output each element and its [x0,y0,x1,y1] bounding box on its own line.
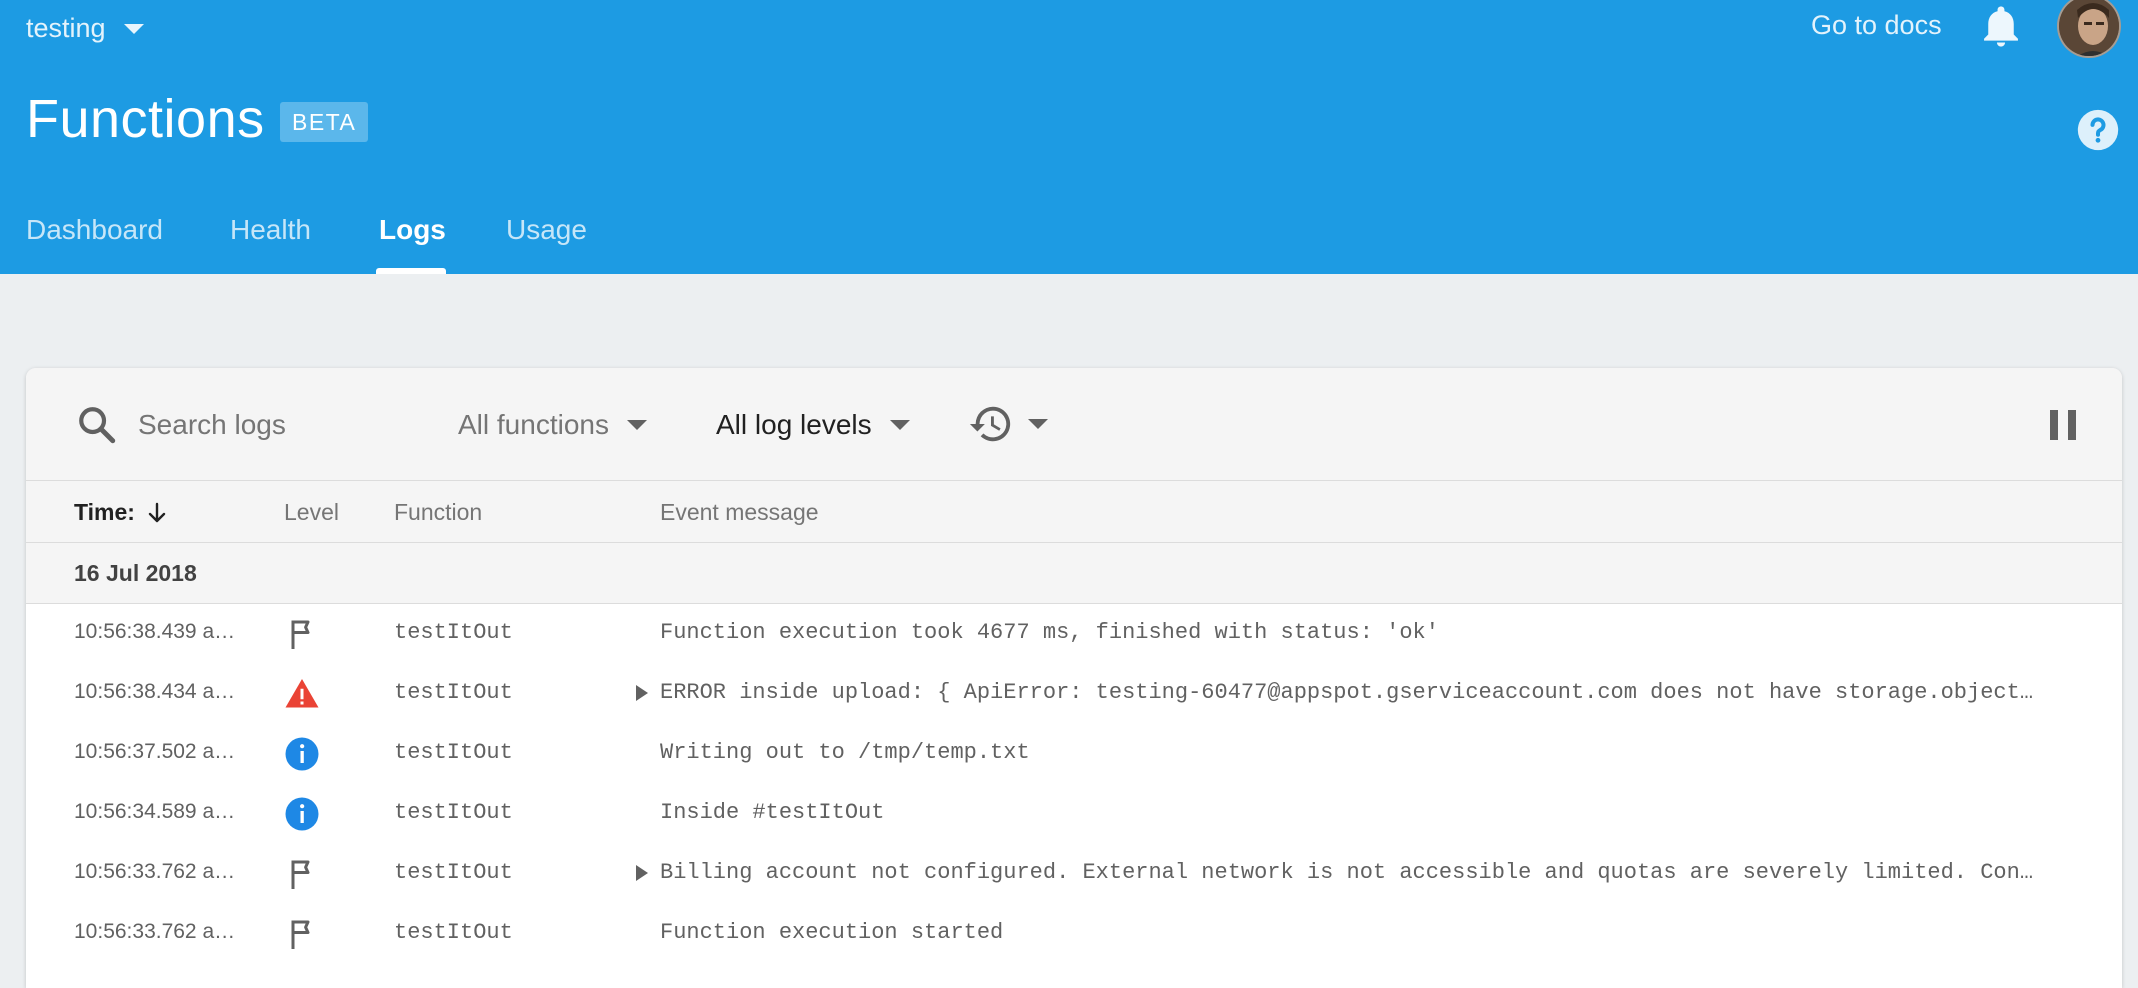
error-warning-icon [285,679,319,708]
log-message: Inside #testItOut [660,800,885,825]
log-message: ERROR inside upload: { ApiError: testing… [660,680,2034,705]
log-function: testItOut [394,620,513,645]
flag-icon [291,860,310,889]
log-message: Writing out to /tmp/temp.txt [660,740,1030,765]
table-row[interactable]: 10:56:38.434 a… testItOut ERROR inside u… [26,664,2122,724]
chevron-down-icon [626,420,647,430]
page-title: Functions [26,89,265,149]
project-switcher[interactable]: testing [26,8,144,48]
table-row[interactable]: 10:56:33.762 a… testItOut Billing accoun… [26,844,2122,904]
help-icon[interactable] [2076,108,2120,152]
table-header: Time: Level Function Event message [26,481,2122,543]
project-name: testing [26,12,106,43]
log-time: 10:56:34.589 a… [74,800,236,823]
time-column-label: Time: [74,499,135,525]
logs-card: All functions All log levels Time: Level… [26,368,2122,988]
log-rows: 10:56:38.439 a… testItOut Function execu… [26,604,2122,964]
table-row[interactable]: 10:56:34.589 a… testItOut Inside #testIt… [26,784,2122,844]
log-function: testItOut [394,680,513,705]
app-header: testing Go to docs Functions BETA Dashbo… [0,0,2138,274]
tab-usage[interactable]: Usage [506,214,587,274]
tab-health[interactable]: Health [230,214,311,274]
search-icon [79,407,116,444]
log-message: Function execution started [660,920,1004,945]
flag-icon [291,620,310,649]
log-time: 10:56:37.502 a… [74,740,236,763]
notifications-bell-icon[interactable] [1983,6,2019,48]
function-column-label: Function [394,499,483,525]
tab-bar: Dashboard Health Logs Usage [0,200,800,274]
log-function: testItOut [394,740,513,765]
log-function: testItOut [394,800,513,825]
arrow-down-icon [148,502,166,522]
chevron-down-icon [1028,419,1048,429]
log-time: 10:56:38.439 a… [74,620,236,643]
tab-logs[interactable]: Logs [379,214,446,274]
date-group-header: 16 Jul 2018 [26,543,2122,604]
log-function: testItOut [394,920,513,945]
flag-icon [291,920,310,949]
expand-arrow-icon[interactable] [636,865,648,881]
history-icon [969,406,1011,442]
level-column-label: Level [284,499,339,525]
table-row[interactable]: 10:56:38.439 a… testItOut Function execu… [26,604,2122,664]
search-logs-input[interactable] [136,402,416,448]
tab-dashboard[interactable]: Dashboard [26,214,163,274]
log-function: testItOut [394,860,513,885]
date-group-label: 16 Jul 2018 [74,560,197,586]
time-range-dropdown[interactable] [968,398,1048,450]
functions-filter-label: All functions [458,409,609,440]
log-message: Function execution took 4677 ms, finishe… [660,620,1439,645]
sort-by-time-header[interactable]: Time: [74,499,169,526]
log-time: 10:56:33.762 a… [74,860,236,883]
active-tab-indicator [376,268,446,274]
info-icon [285,797,319,831]
logs-toolbar: All functions All log levels [26,368,2122,481]
log-levels-filter-dropdown[interactable]: All log levels [716,402,910,448]
beta-badge: BETA [280,102,369,142]
table-row[interactable]: 10:56:33.762 a… testItOut Function execu… [26,904,2122,964]
log-time: 10:56:33.762 a… [74,920,236,943]
message-column-label: Event message [660,499,819,525]
log-levels-filter-label: All log levels [716,409,872,440]
go-to-docs-link[interactable]: Go to docs [1811,10,1942,41]
log-message: Billing account not configured. External… [660,860,2034,885]
pause-icon[interactable] [2050,410,2076,440]
user-avatar[interactable] [2057,0,2121,58]
log-time: 10:56:38.434 a… [74,680,236,703]
avatar-photo-icon [2059,0,2119,56]
info-icon [285,737,319,771]
chevron-down-icon [889,420,910,430]
expand-arrow-icon[interactable] [636,685,648,701]
table-row[interactable]: 10:56:37.502 a… testItOut Writing out to… [26,724,2122,784]
chevron-down-icon [123,24,144,34]
functions-filter-dropdown[interactable]: All functions [458,402,647,448]
